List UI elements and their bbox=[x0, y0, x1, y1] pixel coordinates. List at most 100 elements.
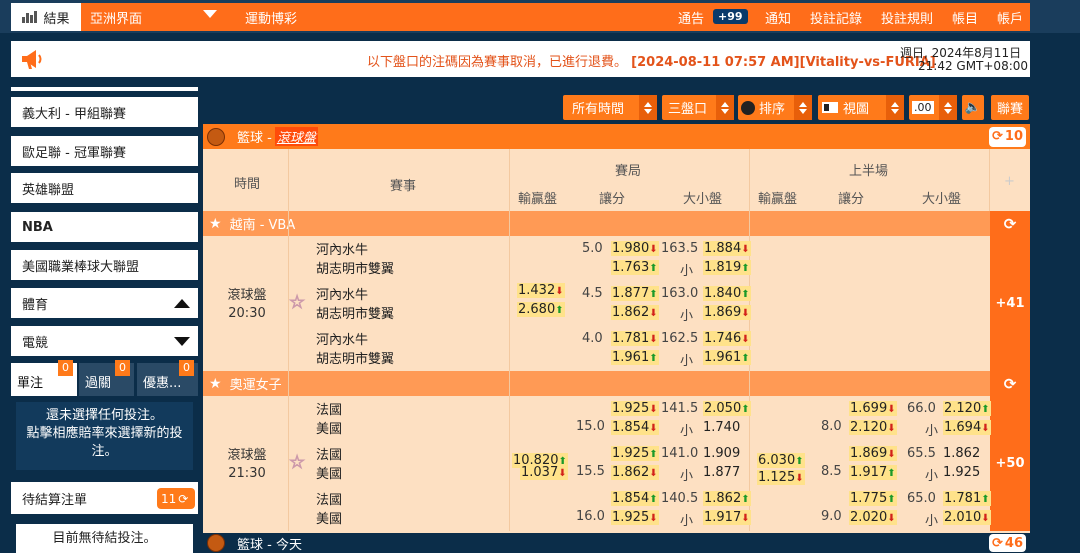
handicap-away-odds[interactable]: 1.925⬇ bbox=[611, 510, 659, 525]
chevron-down-icon[interactable] bbox=[203, 10, 217, 18]
star-icon[interactable]: ★ bbox=[209, 216, 222, 232]
section-count[interactable]: ⟳ 10 bbox=[989, 126, 1026, 147]
under-label-value: 小 bbox=[680, 264, 694, 279]
sidebar-sports-toggle[interactable]: 體育 bbox=[11, 288, 198, 318]
over-odds[interactable]: 1.840⬆ bbox=[703, 286, 751, 301]
half-under-label-value: 小 bbox=[925, 424, 939, 439]
basketball-icon bbox=[207, 534, 225, 552]
more-markets-button[interactable]: +50 bbox=[990, 396, 1030, 531]
star-icon[interactable]: ★ bbox=[209, 376, 222, 392]
away-team: 胡志明市雙翼 bbox=[316, 305, 394, 324]
over-odds[interactable]: 1.884⬇ bbox=[703, 241, 751, 256]
sidebar-item-label: 歐足聯 - 冠軍聯賽 bbox=[22, 145, 126, 161]
over-odds[interactable]: 1.746⬇ bbox=[703, 331, 751, 346]
league-header-vba[interactable]: ★ 越南 - VBA bbox=[203, 211, 990, 236]
handicap-away-odds[interactable]: 1.961⬆ bbox=[611, 350, 659, 365]
handicap-home-odds[interactable]: 1.925⬇ bbox=[611, 401, 659, 416]
count-value: 46 bbox=[1004, 535, 1023, 551]
league-header-olympics-women[interactable]: ★ 奧運女子 bbox=[203, 371, 990, 396]
odds-down-icon: ⬇ bbox=[981, 513, 990, 524]
sort-select[interactable]: 排序 bbox=[738, 95, 812, 120]
sidebar-item-champions-league[interactable]: 歐足聯 - 冠軍聯賽 bbox=[11, 136, 198, 166]
over-odds[interactable]: 1.862⬆ bbox=[703, 491, 751, 506]
moneyline-away-odds[interactable]: 1.037⬇ bbox=[520, 465, 568, 480]
pending-count-badge[interactable]: 11 ⟳ bbox=[157, 488, 195, 509]
league-refresh-button[interactable]: ⟳ bbox=[990, 211, 1030, 236]
section-header-today[interactable]: 籃球 - 今天 ⟳ 46 bbox=[203, 533, 1030, 553]
half-under-label: 小 bbox=[925, 510, 938, 529]
announcements-link[interactable]: 通告 bbox=[678, 8, 704, 27]
league-refresh-button[interactable]: ⟳ bbox=[990, 371, 1030, 396]
half-under-odds[interactable]: 1.694⬇ bbox=[943, 420, 991, 435]
sports-betting-link[interactable]: 運動博彩 bbox=[245, 8, 297, 27]
half-moneyline-away-odds[interactable]: 1.125⬇ bbox=[757, 470, 805, 485]
account-link[interactable]: 帳戶 bbox=[997, 8, 1023, 27]
under-odds[interactable]: 1.869⬇ bbox=[703, 305, 751, 320]
handicap-away-odds[interactable]: 1.862⬇ bbox=[611, 305, 659, 320]
moneyline-home-odds[interactable]: 1.432⬇ bbox=[517, 283, 565, 298]
tab-single-bet[interactable]: 單注 0 bbox=[11, 360, 77, 396]
bet-rules-link[interactable]: 投註規則 bbox=[881, 8, 933, 27]
half-under-odds[interactable]: 2.010⬇ bbox=[943, 510, 991, 525]
half-moneyline-home-odds[interactable]: 6.030⬆ bbox=[757, 453, 805, 468]
market-filter-select[interactable]: 三盤口 bbox=[662, 95, 734, 120]
half-handicap-home-odds[interactable]: 1.775⬆ bbox=[849, 491, 897, 506]
handicap-away-odds[interactable]: 1.763⬆ bbox=[611, 260, 659, 275]
half-handicap-line: 8.5 bbox=[821, 464, 842, 479]
view-select[interactable]: 視圖 bbox=[818, 95, 904, 120]
handicap-home-odds[interactable]: 1.925⬆ bbox=[611, 446, 659, 461]
refresh-icon: ⟳ bbox=[1003, 214, 1017, 233]
under-odds[interactable]: 1.819⬆ bbox=[703, 260, 751, 275]
moneyline-away-odds[interactable]: 2.680⬆ bbox=[517, 302, 565, 317]
odds-format-select[interactable]: .00 bbox=[909, 95, 957, 120]
half-over-odds[interactable]: 2.120⬆ bbox=[943, 401, 991, 416]
odds-up-icon: ⬆ bbox=[649, 353, 658, 364]
results-button[interactable]: 結果 bbox=[11, 3, 81, 31]
section-count[interactable]: ⟳ 46 bbox=[989, 534, 1026, 552]
handicap-away-odds[interactable]: 1.862⬇ bbox=[611, 465, 659, 480]
under-label: 小 bbox=[680, 510, 693, 529]
odds-down-icon: ⬇ bbox=[887, 513, 896, 524]
header-first-half: 上半場 bbox=[849, 164, 889, 179]
handicap-line: 15.5 bbox=[576, 464, 605, 479]
sidebar-esports-toggle[interactable]: 電競 bbox=[11, 326, 198, 356]
statement-link[interactable]: 帳目 bbox=[952, 8, 978, 27]
header-plus: + bbox=[1004, 174, 1015, 189]
handicap-home-odds[interactable]: 1.781⬇ bbox=[611, 331, 659, 346]
empty-line: 還未選擇任何投注。 bbox=[45, 408, 163, 423]
tab-parlay[interactable]: 過關 0 bbox=[79, 360, 134, 396]
count-value: 10 bbox=[1004, 129, 1023, 144]
half-over-odds-value: 2.120 bbox=[944, 401, 982, 416]
half-handicap-home-odds[interactable]: 1.699⬇ bbox=[849, 401, 897, 416]
notifications-link[interactable]: 通知 bbox=[765, 8, 791, 27]
odds-up-icon: ⬆ bbox=[981, 494, 990, 505]
handicap-away-odds-value: 1.862 bbox=[612, 305, 650, 320]
notice-text: 以下盤口的注碼因為賽事取消，已進行退費。 bbox=[367, 55, 628, 70]
handicap-home-odds-value: 1.781 bbox=[612, 331, 650, 346]
under-odds[interactable]: 1.917⬇ bbox=[703, 510, 751, 525]
league-button[interactable]: 聯賽 bbox=[991, 95, 1029, 120]
more-markets-button[interactable]: +41 bbox=[990, 236, 1030, 371]
half-handicap-away-odds[interactable]: 1.917⬆ bbox=[849, 465, 897, 480]
interface-selector[interactable]: 亞洲界面 bbox=[90, 8, 142, 27]
half-handicap-away-odds[interactable]: 2.020⬇ bbox=[849, 510, 897, 525]
sidebar-item-mlb[interactable]: 美國職業棒球大聯盟 bbox=[11, 250, 198, 280]
over-odds[interactable]: 2.050⬆ bbox=[703, 401, 751, 416]
sidebar-item-league-of-legends[interactable]: 英雄聯盟 bbox=[11, 173, 198, 203]
sidebar-item-nba[interactable]: NBA bbox=[11, 212, 198, 242]
sound-toggle[interactable]: 🔈 bbox=[962, 95, 984, 120]
half-handicap-home-odds[interactable]: 1.869⬇ bbox=[849, 446, 897, 461]
under-odds[interactable]: 1.961⬆ bbox=[703, 350, 751, 365]
bet-record-link[interactable]: 投註記錄 bbox=[810, 8, 862, 27]
time-filter-select[interactable]: 所有時間 bbox=[563, 95, 657, 120]
sidebar-item-serie-a[interactable]: 義大利 - 甲組聯賽 bbox=[11, 97, 198, 127]
speaker-icon: 🔈 bbox=[964, 100, 982, 115]
handicap-away-odds[interactable]: 1.854⬇ bbox=[611, 420, 659, 435]
half-handicap-away-odds[interactable]: 2.120⬇ bbox=[849, 420, 897, 435]
half-over-odds[interactable]: 1.781⬆ bbox=[943, 491, 991, 506]
odds-up-icon: ⬆ bbox=[555, 305, 564, 316]
handicap-home-odds[interactable]: 1.980⬇ bbox=[611, 241, 659, 256]
handicap-home-odds[interactable]: 1.854⬆ bbox=[611, 491, 659, 506]
handicap-home-odds[interactable]: 1.877⬆ bbox=[611, 286, 659, 301]
tab-promotions[interactable]: 優惠... 0 bbox=[137, 360, 198, 396]
